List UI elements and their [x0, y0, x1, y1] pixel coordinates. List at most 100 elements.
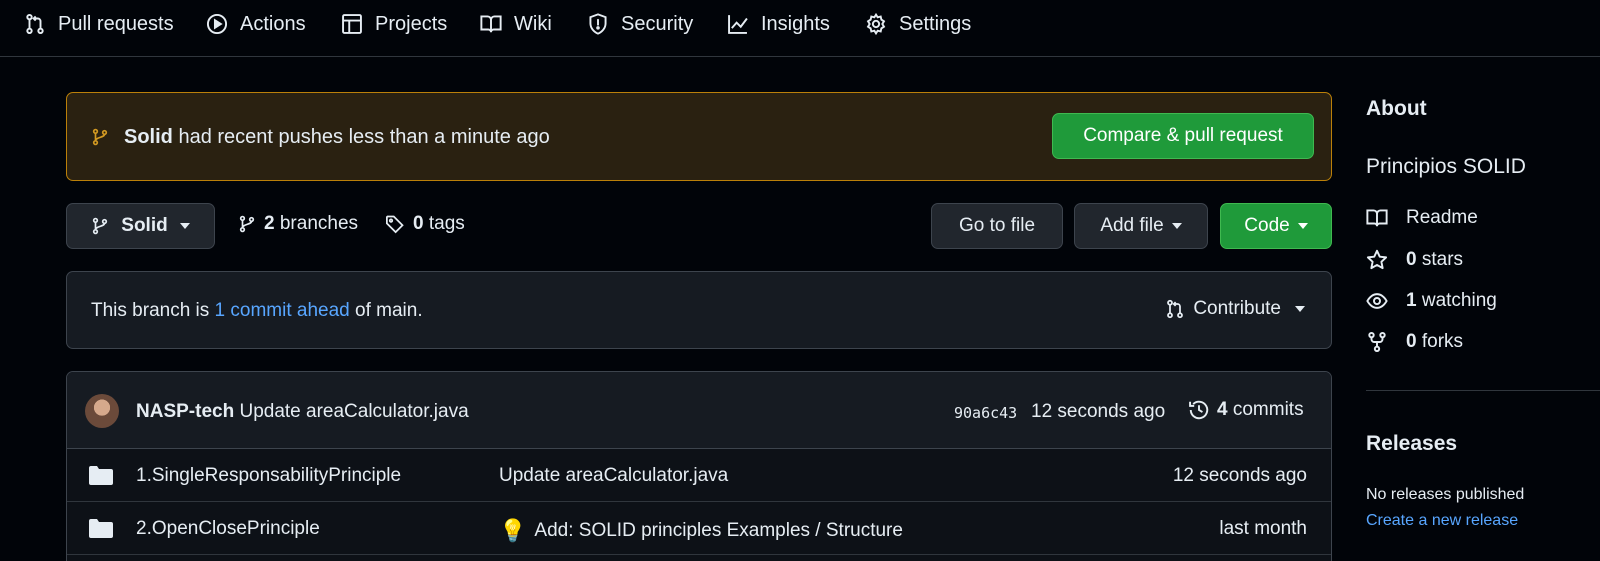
- eye-icon: [1366, 290, 1388, 312]
- commits-count: 4: [1217, 399, 1228, 420]
- add-file-label: Add file: [1100, 215, 1164, 236]
- tab-label: Pull requests: [58, 12, 174, 35]
- stars-link[interactable]: 0 stars: [1366, 249, 1463, 271]
- go-to-file-button[interactable]: Go to file: [931, 203, 1063, 249]
- releases-heading[interactable]: Releases: [1366, 432, 1457, 456]
- folder-icon: [89, 466, 113, 485]
- tab-label: Wiki: [514, 12, 552, 35]
- tag-icon: [385, 214, 405, 234]
- code-button[interactable]: Code: [1220, 203, 1332, 249]
- banner-branch: Solid: [124, 126, 173, 148]
- commit-title[interactable]: Update areaCalculator.java: [234, 401, 468, 422]
- tab-projects[interactable]: Projects: [341, 0, 447, 48]
- branch-select-button[interactable]: Solid: [66, 203, 215, 249]
- table-icon: [341, 13, 363, 35]
- file-commit-message[interactable]: Update areaCalculator.java: [499, 465, 728, 487]
- tags-link[interactable]: 0 tags: [385, 213, 465, 235]
- tab-label: Settings: [899, 12, 972, 35]
- fork-icon: [1366, 331, 1388, 353]
- banner-message: Solid had recent pushes less than a minu…: [124, 126, 550, 149]
- chevron-down-icon: [1295, 306, 1305, 312]
- contribute-dropdown[interactable]: Contribute: [1165, 298, 1305, 320]
- status-prefix: This branch is: [91, 300, 215, 321]
- commits-label: commits: [1227, 399, 1304, 420]
- branch-icon: [91, 216, 109, 236]
- tags-count: 0: [413, 213, 424, 234]
- watching-label: watching: [1416, 290, 1497, 311]
- tab-security[interactable]: Security: [587, 0, 693, 48]
- commit-time: 12 seconds ago: [1031, 401, 1166, 422]
- avatar[interactable]: [85, 394, 119, 428]
- status-suffix: of main.: [349, 300, 423, 321]
- recent-push-banner: Solid had recent pushes less than a minu…: [66, 92, 1332, 181]
- no-releases-text: No releases published: [1366, 486, 1525, 503]
- tab-actions[interactable]: Actions: [206, 0, 306, 48]
- tab-pull-requests[interactable]: Pull requests: [24, 0, 174, 48]
- about-heading: About: [1366, 97, 1427, 120]
- file-commit-text: Add: SOLID principles Examples / Structu…: [534, 520, 903, 541]
- branch-icon: [238, 214, 256, 234]
- shield-icon: [587, 13, 609, 35]
- tab-settings[interactable]: Settings: [865, 0, 971, 48]
- play-icon: [206, 13, 228, 35]
- forks-link[interactable]: 0 forks: [1366, 331, 1463, 353]
- banner-text: had recent pushes less than a minute ago: [172, 126, 550, 148]
- repo-nav: Pull requests Actions Projects Wiki Secu…: [0, 0, 1600, 57]
- branches-label: branches: [274, 213, 359, 234]
- pull-request-icon: [24, 13, 46, 35]
- gear-icon: [865, 13, 887, 35]
- watching-link[interactable]: 1 watching: [1366, 290, 1497, 312]
- branch-status-text: This branch is 1 commit ahead of main.: [91, 300, 423, 322]
- commit-sha[interactable]: 90a6c43: [954, 404, 1017, 422]
- chevron-down-icon: [179, 223, 190, 229]
- star-icon: [1366, 249, 1388, 271]
- contribute-label: Contribute: [1193, 298, 1281, 319]
- history-icon: [1188, 399, 1210, 421]
- forks-count: 0: [1406, 331, 1417, 352]
- bulb-emoji-icon: 💡: [499, 518, 527, 543]
- branch-icon: [91, 126, 111, 148]
- commit-message: NASP-tech Update areaCalculator.java: [136, 401, 469, 423]
- table-row[interactable]: 2.OpenClosePrinciple 💡 Add: SOLID princi…: [67, 502, 1331, 555]
- table-row[interactable]: 1.SingleResponsabilityPrinciple Update a…: [67, 449, 1331, 502]
- tab-wiki[interactable]: Wiki: [480, 0, 552, 48]
- branches-link[interactable]: 2 branches: [238, 213, 358, 235]
- graph-icon: [727, 13, 749, 35]
- code-label: Code: [1244, 215, 1290, 236]
- tab-label: Projects: [375, 12, 448, 35]
- repo-description: Principios SOLID: [1366, 155, 1526, 178]
- pull-request-icon: [1165, 299, 1185, 319]
- create-release-link[interactable]: Create a new release: [1366, 512, 1518, 530]
- file-commit-time: 12 seconds ago: [1172, 465, 1307, 486]
- commits-ahead-link[interactable]: 1 commit ahead: [215, 300, 350, 321]
- file-name[interactable]: 2.OpenClosePrinciple: [136, 518, 320, 540]
- readme-label: Readme: [1406, 207, 1478, 228]
- add-file-button[interactable]: Add file: [1074, 203, 1208, 249]
- commits-history-link[interactable]: 4 commits: [1188, 399, 1304, 421]
- branch-select-label: Solid: [121, 215, 168, 236]
- folder-icon: [89, 519, 113, 538]
- book-icon: [480, 13, 502, 35]
- tab-label: Actions: [240, 12, 306, 35]
- file-commit-message[interactable]: 💡 Add: SOLID principles Examples / Struc…: [499, 518, 903, 544]
- tab-label: Security: [621, 12, 694, 35]
- file-name[interactable]: 1.SingleResponsabilityPrinciple: [136, 465, 401, 487]
- latest-commit-row: NASP-tech Update areaCalculator.java 90a…: [67, 372, 1331, 449]
- file-browser: NASP-tech Update areaCalculator.java 90a…: [66, 371, 1332, 561]
- tab-label: Insights: [761, 12, 830, 35]
- readme-link[interactable]: Readme: [1366, 207, 1478, 229]
- tab-insights[interactable]: Insights: [727, 0, 830, 48]
- sidebar-divider: [1366, 390, 1600, 391]
- branches-count: 2: [264, 213, 275, 234]
- tags-label: tags: [423, 213, 465, 234]
- stars-count: 0: [1406, 249, 1417, 270]
- stars-label: stars: [1416, 249, 1464, 270]
- file-commit-time: last month: [1219, 518, 1307, 539]
- file-commit-text: Update areaCalculator.java: [499, 465, 729, 486]
- commit-author[interactable]: NASP-tech: [136, 401, 234, 422]
- compare-pull-request-button[interactable]: Compare & pull request: [1052, 113, 1314, 159]
- chevron-down-icon: [1297, 223, 1308, 229]
- watching-count: 1: [1406, 290, 1417, 311]
- forks-label: forks: [1416, 331, 1464, 352]
- chevron-down-icon: [1171, 223, 1182, 229]
